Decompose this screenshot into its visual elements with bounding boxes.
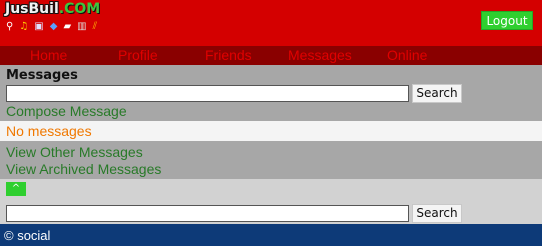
footer: © social — [0, 224, 542, 246]
logo-text: JusBuil.COM — [5, 1, 100, 17]
messages-panel: Messages Search Compose Message — [0, 65, 542, 121]
chat-icon: ▰ — [63, 21, 72, 32]
search-icon: ⚲ — [6, 21, 14, 32]
nav-friends[interactable]: Friends — [205, 47, 252, 64]
empty-messages-row: No messages — [0, 121, 542, 141]
scroll-top-button[interactable]: ^ — [6, 182, 26, 196]
nav-home[interactable]: Home — [30, 47, 67, 64]
main-nav: Home Profile Friends Messages Online — [0, 46, 542, 65]
view-other-messages-link[interactable]: View Other Messages — [6, 144, 143, 160]
bottom-search-panel: ^ Search — [0, 179, 542, 224]
music-icon: ♫ — [19, 21, 29, 32]
empty-messages-text: No messages — [6, 123, 92, 139]
nav-messages[interactable]: Messages — [288, 47, 352, 64]
signal-icon: ⫽ — [92, 21, 98, 32]
compose-message-link[interactable]: Compose Message — [6, 103, 127, 119]
footer-text: © social — [4, 228, 51, 243]
site-logo[interactable]: JusBuil.COM ⚲ ♫ ▣ ◆ ▰ ▥ ⫽ — [5, 1, 145, 35]
logo-text-part2: .COM — [58, 1, 101, 17]
tag-icon: ◆ — [49, 21, 58, 32]
bottom-search-input[interactable] — [6, 205, 409, 222]
video-icon: ▣ — [34, 21, 44, 32]
bottom-search-button[interactable]: Search — [412, 204, 462, 223]
logo-icons: ⚲ ♫ ▣ ◆ ▰ ▥ ⫽ — [6, 20, 97, 34]
header: JusBuil.COM ⚲ ♫ ▣ ◆ ▰ ▥ ⫽ Logout — [0, 0, 542, 46]
view-archived-messages-link[interactable]: View Archived Messages — [6, 161, 161, 177]
database-icon: ▥ — [77, 21, 87, 32]
logout-button[interactable]: Logout — [481, 11, 533, 30]
search-button[interactable]: Search — [412, 84, 462, 103]
message-links-panel: View Other Messages View Archived Messag… — [0, 141, 542, 179]
page-title: Messages — [6, 68, 78, 83]
search-input[interactable] — [6, 85, 409, 102]
nav-online[interactable]: Online — [387, 47, 427, 64]
nav-profile[interactable]: Profile — [118, 47, 158, 64]
chevron-up-icon: ^ — [11, 183, 21, 194]
logo-text-part1: JusBuil — [5, 1, 59, 17]
